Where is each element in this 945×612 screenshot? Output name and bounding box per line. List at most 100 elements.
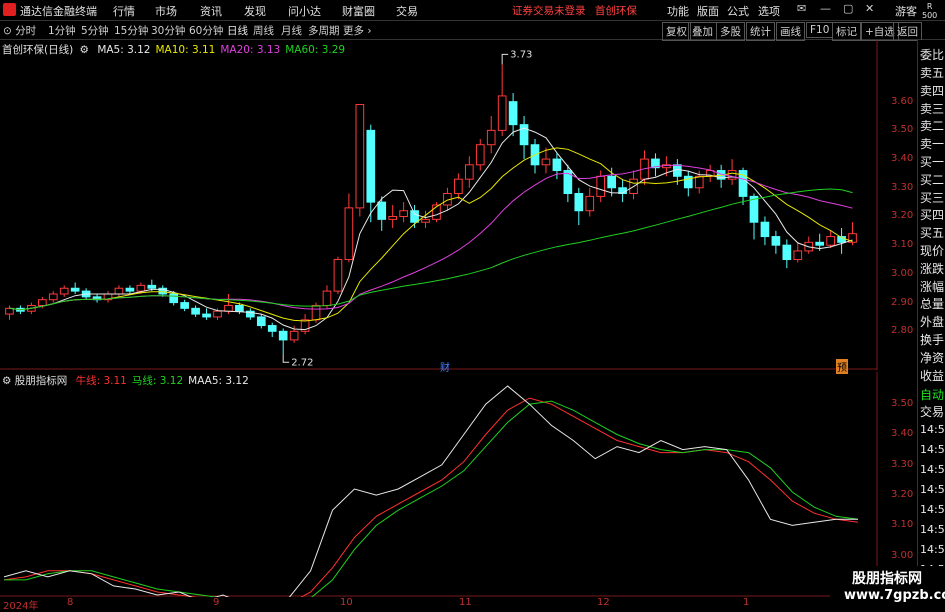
candle-body bbox=[289, 330, 299, 341]
side-item-13[interactable]: 总量 bbox=[920, 295, 944, 312]
period-tab-5min[interactable]: 5分钟 bbox=[81, 23, 109, 38]
menu-item-wenxiaoda[interactable]: 问小达 bbox=[288, 3, 321, 19]
menu-item-banmian[interactable]: 版面 bbox=[697, 3, 719, 19]
candle-body bbox=[541, 158, 551, 166]
side-trade[interactable]: 交易 bbox=[920, 403, 944, 420]
high-price-label: 3.73 bbox=[510, 49, 532, 60]
watermark: 股朋指标网 www.7gpzb.com bbox=[830, 566, 945, 609]
side-item-0[interactable]: 卖五 bbox=[920, 64, 944, 81]
period-tab-daily[interactable]: 日线 bbox=[227, 23, 248, 38]
statistics-button[interactable]: 统计 bbox=[746, 22, 775, 41]
minimize-icon[interactable]: — bbox=[820, 2, 831, 15]
message-icon[interactable]: ✉ bbox=[797, 2, 806, 15]
menu-item-hangqing[interactable]: 行情 bbox=[113, 3, 135, 19]
menu-item-jiaoyi[interactable]: 交易 bbox=[396, 3, 418, 19]
side-item-5[interactable]: 买一 bbox=[920, 153, 944, 170]
side-item-12[interactable]: 涨幅 bbox=[920, 278, 944, 295]
side-item-4[interactable]: 卖一 bbox=[920, 135, 944, 152]
candle-body bbox=[760, 221, 770, 238]
side-item-6[interactable]: 买二 bbox=[920, 171, 944, 188]
maximize-icon[interactable]: ▢ bbox=[843, 2, 853, 15]
side-item-2[interactable]: 卖三 bbox=[920, 100, 944, 117]
indicator-series-0 bbox=[3, 397, 859, 597]
candle-body bbox=[377, 201, 387, 220]
menu-item-gongshi[interactable]: 公式 bbox=[727, 3, 749, 19]
back-button[interactable]: 返回 bbox=[893, 22, 922, 41]
side-item-8[interactable]: 买四 bbox=[920, 206, 944, 223]
candle-body bbox=[224, 304, 233, 312]
candle-body bbox=[256, 316, 266, 327]
side-item-9[interactable]: 买五 bbox=[920, 224, 944, 241]
candle-body bbox=[421, 218, 430, 223]
period-tab-multi[interactable]: 多周期 bbox=[308, 23, 340, 38]
candle-body bbox=[311, 304, 321, 321]
side-weibi[interactable]: 委比 bbox=[920, 46, 944, 63]
menu-item-shichang[interactable]: 市场 bbox=[155, 3, 177, 19]
candle-body bbox=[114, 287, 124, 295]
period-tab-30min[interactable]: 30分钟 bbox=[151, 23, 185, 38]
side-item-10[interactable]: 现价 bbox=[920, 242, 944, 259]
candle-body bbox=[782, 244, 792, 261]
candlestick-chart[interactable]: 3.73 2.72 bbox=[0, 40, 917, 370]
menu-item-zixun[interactable]: 资讯 bbox=[200, 3, 222, 19]
candle-body bbox=[464, 164, 474, 180]
side-item-11[interactable]: 涨跌 bbox=[920, 260, 944, 277]
price-tick-4: 3.20 bbox=[891, 210, 914, 222]
candle-body bbox=[815, 241, 825, 246]
candle-body bbox=[125, 287, 135, 292]
period-tab-monthly[interactable]: 月线 bbox=[281, 23, 302, 38]
candle-body bbox=[235, 304, 244, 312]
multi-stock-button[interactable]: 多股 bbox=[716, 22, 745, 41]
candle-body bbox=[727, 170, 737, 180]
side-auto[interactable]: 自动 bbox=[920, 386, 944, 403]
ma10-line bbox=[9, 147, 853, 322]
menu-item-xuanxiang[interactable]: 选项 bbox=[758, 3, 780, 19]
side-item-17[interactable]: 收益 bbox=[920, 367, 944, 384]
candle-body bbox=[5, 307, 14, 315]
low-price-label: 2.72 bbox=[291, 357, 313, 368]
period-tab-1min[interactable]: 1分钟 bbox=[48, 23, 76, 38]
candle-body bbox=[70, 287, 80, 292]
date-tick-5: 12 bbox=[597, 597, 610, 608]
menu-item-faxian[interactable]: 发现 bbox=[244, 3, 266, 19]
f10-button[interactable]: F10 bbox=[806, 22, 834, 38]
candle-body bbox=[366, 129, 376, 203]
date-tick-2: 9 bbox=[213, 597, 220, 608]
candle-body bbox=[793, 250, 803, 261]
price-annotations: 3.73 2.72 bbox=[282, 49, 532, 368]
draw-line-button[interactable]: 画线 bbox=[776, 22, 805, 41]
r-value: 500 bbox=[922, 11, 938, 20]
app-title: 通达信金融终端 bbox=[20, 5, 97, 18]
overlay-button[interactable]: 叠加 bbox=[688, 22, 717, 41]
ma-lines bbox=[9, 127, 853, 331]
side-item-7[interactable]: 买三 bbox=[920, 189, 944, 206]
side-item-14[interactable]: 外盘 bbox=[920, 313, 944, 330]
candle-body bbox=[59, 287, 69, 295]
close-icon[interactable]: ✕ bbox=[865, 2, 874, 15]
fuquan-button[interactable]: 复权 bbox=[662, 22, 691, 41]
candle-body bbox=[410, 210, 419, 223]
indicator-tick-1: 3.40 bbox=[891, 428, 914, 440]
trade-login-notice[interactable]: 证券交易未登录 首创环保 bbox=[512, 3, 637, 18]
mark-button[interactable]: 标记 bbox=[832, 22, 861, 41]
side-item-16[interactable]: 净资 bbox=[920, 349, 944, 366]
menu-item-caifuquan[interactable]: 财富圈 bbox=[342, 3, 375, 19]
price-tick-6: 3.00 bbox=[891, 267, 914, 279]
menu-item-gongneng[interactable]: 功能 bbox=[667, 3, 689, 19]
indicator-chart[interactable] bbox=[0, 372, 917, 597]
period-tab-more[interactable]: 更多 › bbox=[343, 23, 372, 38]
candle-body bbox=[37, 299, 47, 306]
side-item-1[interactable]: 卖四 bbox=[920, 82, 944, 99]
side-item-15[interactable]: 换手 bbox=[920, 331, 944, 348]
period-tab-15min[interactable]: 15分钟 bbox=[114, 23, 148, 38]
side-item-3[interactable]: 卖二 bbox=[920, 117, 944, 134]
period-tab-fenshi[interactable]: ⊙ 分时 bbox=[3, 23, 36, 38]
user-label[interactable]: 游客 bbox=[895, 3, 917, 19]
period-tab-60min[interactable]: 60分钟 bbox=[189, 23, 223, 38]
candle-body bbox=[278, 330, 288, 341]
date-tick-6: 1 bbox=[743, 597, 750, 608]
ma45-line bbox=[9, 188, 853, 311]
side-time-4: 14:56 bbox=[920, 503, 945, 516]
period-tab-weekly[interactable]: 周线 bbox=[253, 23, 274, 38]
side-time-3: 14:56 bbox=[920, 483, 945, 496]
